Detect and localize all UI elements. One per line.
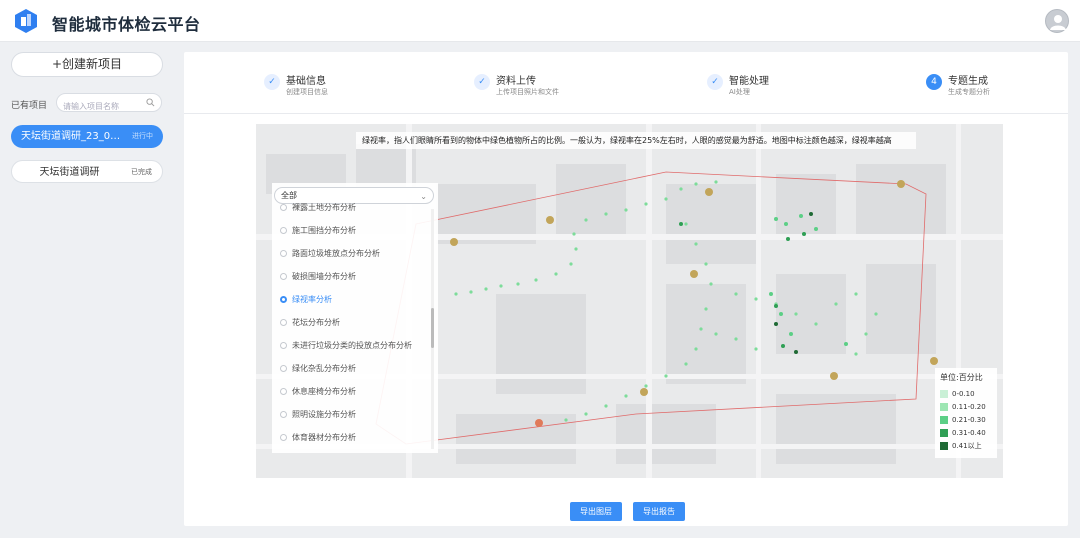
analysis-option[interactable]: 施工围挡分布分析	[280, 225, 356, 236]
legend-item: 0-0.10	[940, 387, 992, 400]
step-number: 4	[926, 74, 942, 90]
user-avatar-icon[interactable]	[1045, 9, 1069, 33]
analysis-option[interactable]: 体育器材分布分析	[280, 432, 356, 443]
radio-icon	[280, 250, 287, 257]
analysis-option[interactable]: 破损围墙分布分析	[280, 271, 356, 282]
radio-icon	[280, 342, 287, 349]
analysis-option[interactable]: 照明设施分布分析	[280, 409, 356, 420]
analysis-option-selected[interactable]: 绿视率分析	[280, 294, 332, 305]
project-item[interactable]: 天坛街道调研 已完成	[11, 160, 163, 183]
legend-item: 0.41以上	[940, 439, 992, 452]
radio-icon	[280, 319, 287, 326]
radio-icon	[280, 204, 287, 211]
step-subtitle: 生成专题分析	[948, 88, 990, 96]
main-panel: ✓ 基础信息 创建项目信息 ✓ 资料上传 上传项目照片和文件 ✓ 智能处理 AI…	[184, 52, 1068, 526]
analysis-option[interactable]: 绿化杂乱分布分析	[280, 363, 356, 374]
radio-icon	[280, 388, 287, 395]
check-icon: ✓	[707, 74, 723, 90]
legend-title: 单位:百分比	[940, 373, 983, 382]
project-status: 已完成	[131, 168, 152, 176]
map-legend: 单位:百分比 0-0.10 0.11-0.20 0.21-0.30 0.31-0…	[935, 368, 997, 458]
green-view-description: 绿视率，指人们眼睛所看到的物体中绿色植物所占的比例。一般认为，绿视率在25%左右…	[356, 132, 916, 149]
radio-icon	[280, 434, 287, 441]
export-report-button[interactable]: 导出报告	[633, 502, 685, 521]
radio-icon	[280, 411, 287, 418]
analysis-option[interactable]: 未进行垃圾分类的投放点分布分析	[280, 340, 412, 351]
top-header: 智能城市体检云平台	[0, 0, 1080, 42]
step-progress: ✓ 基础信息 创建项目信息 ✓ 资料上传 上传项目照片和文件 ✓ 智能处理 AI…	[184, 52, 1068, 114]
select-value: 全部	[281, 191, 297, 200]
legend-swatch	[940, 389, 948, 398]
step-subtitle: 创建项目信息	[286, 88, 328, 96]
project-search[interactable]	[56, 93, 162, 115]
legend-item: 0.31-0.40	[940, 426, 992, 439]
search-icon[interactable]	[146, 98, 155, 107]
legend-swatch	[940, 441, 948, 450]
check-icon: ✓	[474, 74, 490, 90]
step-title: 资料上传	[496, 76, 536, 87]
sidebar: +创建新项目 已有项目 天坛街道调研_23_09... 进行中 天坛街道调研 已…	[0, 42, 174, 538]
project-name: 天坛街道调研	[39, 167, 100, 178]
action-buttons: 导出图层 导出报告	[184, 502, 1068, 522]
app-title: 智能城市体检云平台	[52, 15, 201, 34]
legend-item: 0.21-0.30	[940, 413, 992, 426]
analysis-panel: 全部 ⌄ 裸露土地分布分析 施工围挡分布分析 路面垃圾堆放点分布分析 破损围墙分…	[272, 183, 438, 453]
step-title: 基础信息	[286, 76, 326, 87]
legend-item: 0.11-0.20	[940, 400, 992, 413]
analysis-option[interactable]: 休息座椅分布分析	[280, 386, 356, 397]
step-title: 智能处理	[729, 76, 769, 87]
radio-icon	[280, 227, 287, 234]
check-icon: ✓	[264, 74, 280, 90]
analysis-option[interactable]: 花坛分布分析	[280, 317, 340, 328]
step-title: 专题生成	[948, 76, 988, 87]
create-project-button[interactable]: +创建新项目	[11, 52, 163, 77]
step-subtitle: 上传项目照片和文件	[496, 88, 559, 96]
radio-icon	[280, 273, 287, 280]
legend-swatch	[940, 402, 948, 411]
project-status: 进行中	[132, 132, 153, 140]
radio-selected-icon	[280, 296, 287, 303]
analysis-option[interactable]: 路面垃圾堆放点分布分析	[280, 248, 380, 259]
radio-icon	[280, 365, 287, 372]
legend-swatch	[940, 415, 948, 424]
step-subtitle: AI处理	[729, 88, 750, 96]
legend-swatch	[940, 428, 948, 437]
chevron-down-icon: ⌄	[420, 192, 427, 201]
app-logo-icon	[15, 9, 37, 33]
projects-label: 已有项目	[11, 101, 48, 111]
export-layer-button[interactable]: 导出图层	[570, 502, 622, 521]
project-name: 天坛街道调研_23_09...	[21, 131, 125, 142]
project-search-input[interactable]	[63, 98, 147, 115]
scrollbar-thumb[interactable]	[431, 308, 434, 348]
project-item-active[interactable]: 天坛街道调研_23_09... 进行中	[11, 125, 163, 148]
analysis-option[interactable]: 裸露土地分布分析	[280, 202, 356, 213]
green-view-map[interactable]: 绿视率，指人们眼睛所看到的物体中绿色植物所占的比例。一般认为，绿视率在25%左右…	[256, 124, 1003, 478]
